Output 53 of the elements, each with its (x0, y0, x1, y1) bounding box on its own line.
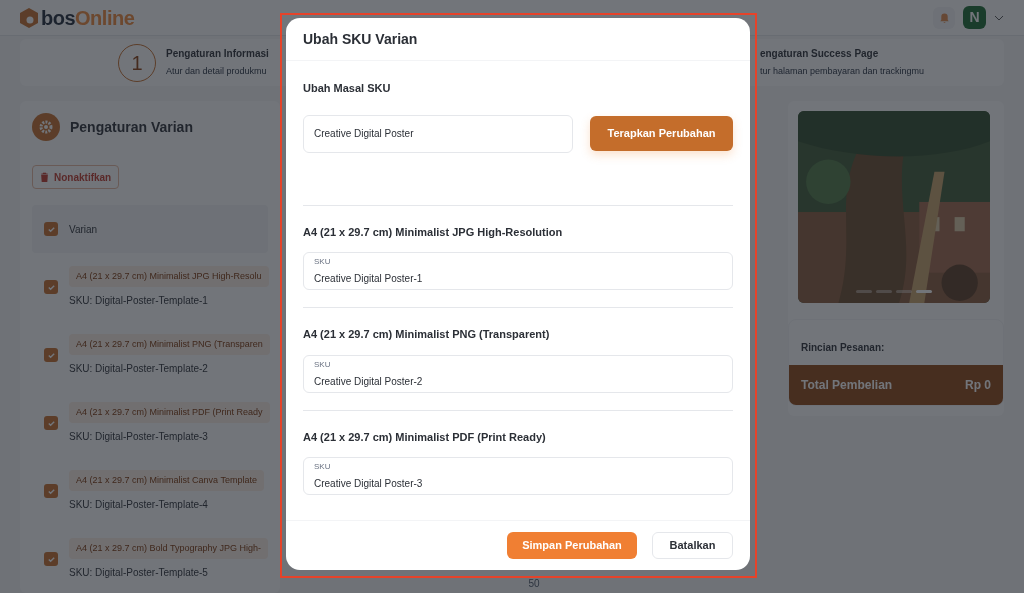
variant-tag: A4 (21 x 29.7 cm) Bold Typography JPG High- (69, 537, 268, 560)
apply-button[interactable]: Terapkan Perubahan (590, 116, 733, 151)
gear-icon (32, 113, 60, 141)
variant-tag: A4 (21 x 29.7 cm) Minimalist PNG (Transparen (69, 333, 270, 356)
logo-icon (20, 7, 38, 28)
checkbox[interactable] (44, 222, 58, 236)
variant-sku: SKU: Digital-Poster-Template-4 (69, 498, 209, 513)
bulk-sku-field[interactable]: Creative Digital Poster (303, 114, 573, 153)
logo-text: bosOnline (41, 5, 135, 31)
check-icon (46, 554, 56, 564)
column-header: Varian (69, 222, 98, 237)
sku-input[interactable]: Creative Digital Poster-3 (314, 476, 722, 491)
step-title: Pengaturan Informasi (166, 47, 269, 62)
trash-icon (40, 172, 49, 182)
check-icon (46, 350, 56, 360)
axis-tick: 50 (528, 577, 540, 591)
variant-sku: SKU: Digital-Poster-Template-2 (69, 362, 209, 377)
variant-tag: A4 (21 x 29.7 cm) Minimalist JPG High-Resolu (69, 265, 269, 288)
variant-tag: A4 (21 x 29.7 cm) Minimalist Canva Template (69, 469, 264, 492)
panel-title: Pengaturan Varian (70, 117, 193, 137)
variant-sku: SKU: Digital-Poster-Template-1 (69, 294, 209, 309)
step-subtitle: tur halaman pembayaran dan trackingmu (759, 65, 924, 79)
total-label: Total Pembelian (801, 377, 893, 394)
sku-field[interactable]: SKU Creative Digital Poster-2 (303, 354, 733, 393)
sku-input[interactable]: Creative Digital Poster-1 (314, 271, 722, 286)
sku-field[interactable]: SKU Creative Digital Poster-1 (303, 252, 733, 290)
summary-title: Rincian Pesanan: (801, 342, 885, 353)
cancel-button[interactable]: Batalkan (652, 532, 733, 559)
checkbox[interactable] (44, 348, 58, 362)
checkbox[interactable] (44, 416, 58, 430)
check-icon (46, 282, 56, 292)
sku-input[interactable]: Creative Digital Poster-2 (314, 373, 722, 389)
total-value: Rp 0 (965, 377, 991, 394)
variant-sku: SKU: Digital-Poster-Template-3 (69, 430, 209, 445)
variant-name: A4 (21 x 29.7 cm) Minimalist JPG High-Resolution (303, 224, 564, 240)
sku-field[interactable]: SKU Creative Digital Poster-3 (303, 457, 733, 495)
variant-name: A4 (21 x 29.7 cm) Minimalist PDF (Print Ready) (303, 429, 547, 445)
checkbox[interactable] (44, 552, 58, 566)
variant-name: A4 (21 x 29.7 cm) Minimalist PNG (Transparent) (303, 327, 551, 342)
step-subtitle: Atur dan detail produkmu (166, 65, 268, 79)
dialog-title: Ubah SKU Varian (303, 29, 418, 49)
step-title: engaturan Success Page (759, 47, 880, 62)
check-icon (46, 224, 56, 234)
bell-icon (938, 11, 950, 24)
check-icon (46, 486, 56, 496)
variant-tag: A4 (21 x 29.7 cm) Minimalist PDF (Print Ready (69, 401, 270, 424)
bell-button[interactable] (933, 6, 955, 29)
checkbox[interactable] (44, 484, 58, 498)
checkbox[interactable] (44, 280, 58, 294)
section-label: Ubah Masal SKU (303, 81, 392, 96)
chevron-down-icon[interactable] (994, 14, 1004, 21)
check-icon (46, 418, 56, 428)
variant-sku: SKU: Digital-Poster-Template-5 (69, 566, 209, 581)
